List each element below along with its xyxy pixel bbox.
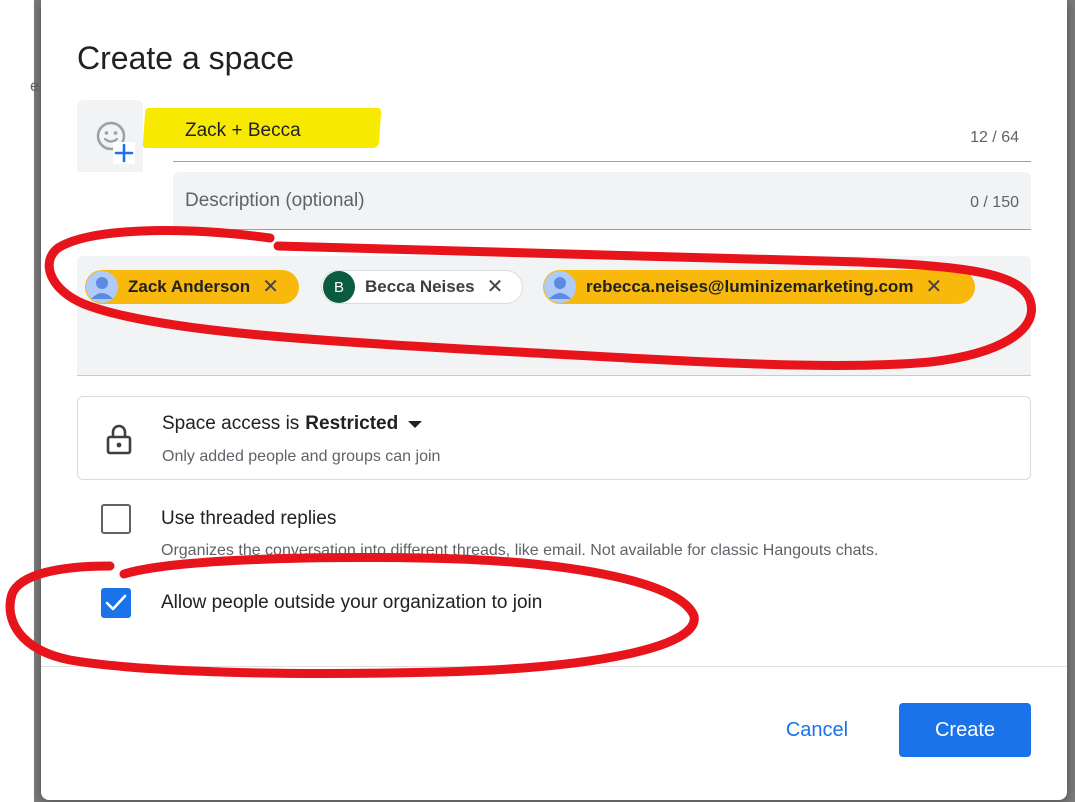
allow-external-checkbox[interactable]: [101, 588, 131, 618]
threaded-replies-checkbox[interactable]: [101, 504, 131, 534]
caret-down-icon: [408, 420, 423, 428]
threaded-replies-description: Organizes the conversation into differen…: [161, 542, 879, 559]
remove-chip-icon[interactable]: ✕: [487, 277, 504, 297]
description-placeholder: Description (optional): [185, 190, 365, 211]
person-icon: [544, 271, 576, 303]
cancel-button[interactable]: Cancel: [767, 708, 867, 752]
background-page-edge: e: [0, 0, 39, 802]
space-access-selector[interactable]: Space access is Restricted Only added pe…: [77, 396, 1031, 480]
access-value: Restricted: [305, 413, 399, 434]
remove-chip-icon[interactable]: ✕: [262, 277, 279, 297]
avatar: B: [323, 271, 355, 303]
description-counter: 0 / 150: [970, 194, 1019, 211]
access-prefix: Space access is: [162, 413, 300, 434]
access-summary[interactable]: Space access is Restricted: [162, 413, 423, 435]
space-name-counter: 12 / 64: [970, 129, 1019, 146]
person-chip-label: Becca Neises: [365, 277, 475, 296]
dialog-title: Create a space: [77, 40, 295, 76]
create-button[interactable]: Create: [899, 703, 1031, 757]
emoji-picker-button[interactable]: [77, 100, 143, 172]
allow-external-label: Allow people outside your organization t…: [161, 592, 543, 613]
remove-chip-icon[interactable]: ✕: [925, 277, 942, 297]
footer-divider: [41, 666, 1067, 667]
threaded-replies-label: Use threaded replies: [161, 508, 337, 529]
person-chip[interactable]: Zack Anderson ✕: [85, 270, 299, 304]
person-chip-label: Zack Anderson: [128, 277, 251, 296]
create-space-dialog: Create a space Zack + Becca 12 / 64 Desc…: [41, 0, 1067, 800]
people-input[interactable]: Zack Anderson ✕ B Becca Neises ✕ rebecca…: [77, 256, 1031, 376]
person-icon: [86, 271, 118, 303]
person-chip[interactable]: rebecca.neises@luminizemarketing.com ✕: [543, 270, 975, 304]
background-text-fragment: e: [30, 78, 39, 95]
lock-icon: [106, 424, 132, 455]
space-name-input[interactable]: Zack + Becca 12 / 64: [173, 100, 1031, 162]
description-input[interactable]: Description (optional) 0 / 150: [173, 172, 1031, 230]
checkmark-icon: [105, 594, 127, 611]
person-chip-label: rebecca.neises@luminizemarketing.com: [586, 277, 914, 296]
add-emoji-icon: [96, 121, 135, 164]
person-chip[interactable]: B Becca Neises ✕: [321, 270, 523, 304]
space-name-value: Zack + Becca: [185, 120, 301, 141]
access-description: Only added people and groups can join: [162, 448, 441, 465]
